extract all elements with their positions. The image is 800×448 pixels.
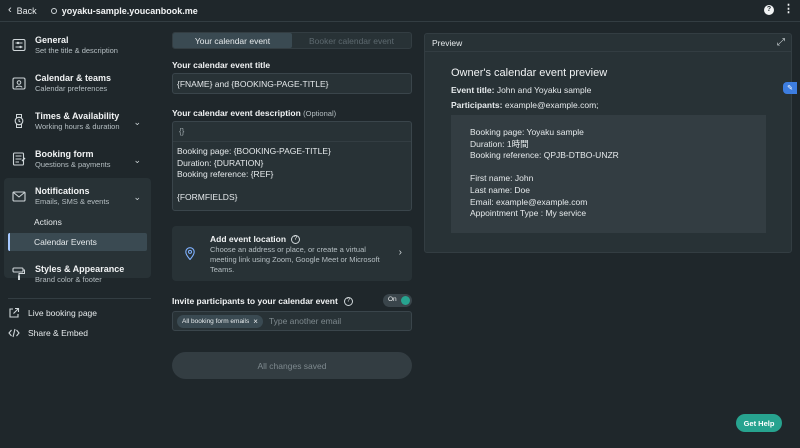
sidebar-item-calendar-teams[interactable]: Calendar & teams Calendar preferences xyxy=(8,73,151,94)
email-input-placeholder[interactable]: Type another email xyxy=(269,316,341,326)
preview-description-box: Booking page: Yoyaku sample Duration: 1時… xyxy=(451,115,766,233)
sidebar-item-general[interactable]: General Set the title & description xyxy=(8,35,151,56)
sidebar-item-subtitle: Calendar preferences xyxy=(35,84,108,93)
toggle-knob xyxy=(401,296,410,305)
toggle-on-label: On xyxy=(388,296,397,303)
optional-text: (Optional) xyxy=(303,109,337,118)
sliders-icon xyxy=(12,38,26,52)
status-dot-icon xyxy=(50,7,57,14)
chevron-up-icon[interactable]: ⌄ xyxy=(133,192,141,203)
preview-participants: Participants: example@example.com; xyxy=(451,100,599,110)
chevron-down-icon[interactable]: ⌄ xyxy=(133,117,141,128)
tab-your-calendar-event[interactable]: Your calendar event xyxy=(173,33,292,48)
sidebar-divider xyxy=(8,298,151,299)
form-icon xyxy=(12,152,26,166)
description-label-text: Your calendar event description xyxy=(172,108,301,118)
event-description-editor[interactable]: {} Booking page: {BOOKING-PAGE-TITLE} Du… xyxy=(172,121,412,211)
back-button[interactable]: ‹ Back xyxy=(8,5,37,16)
help-circle-icon[interactable]: ? xyxy=(291,234,301,244)
code-icon xyxy=(8,328,20,338)
event-title-key: Event title: xyxy=(451,85,495,95)
participant-emails-input[interactable]: All booking form emails × Type another e… xyxy=(172,311,412,331)
location-title-text: Add event location xyxy=(210,234,287,244)
external-link-icon xyxy=(9,307,20,318)
chevron-right-icon[interactable]: › xyxy=(399,247,402,258)
remove-chip-icon[interactable]: × xyxy=(253,317,258,326)
sidebar-item-subtitle: Brand color & footer xyxy=(35,275,102,284)
sidebar-item-booking-form[interactable]: Booking form Questions & payments ⌄ xyxy=(8,149,151,170)
booking-page-url: yoyaku-sample.youcanbook.me xyxy=(50,5,198,16)
sidebar-item-subtitle: Working hours & duration xyxy=(35,122,120,131)
map-pin-icon xyxy=(185,247,195,260)
get-help-button[interactable]: Get Help xyxy=(736,414,782,432)
sidebar: General Set the title & description Cale… xyxy=(0,23,155,448)
link-label: Share & Embed xyxy=(28,328,89,338)
envelope-icon xyxy=(12,191,26,202)
sidebar-item-subtitle: Questions & payments xyxy=(35,160,111,169)
expand-icon[interactable]: ⤢ xyxy=(777,37,785,48)
preview-header: Preview ⤢ xyxy=(425,34,791,52)
save-status-button[interactable]: All changes saved xyxy=(172,352,412,379)
add-event-location-card[interactable]: Add event location ? Choose an address o… xyxy=(172,226,412,281)
chevron-left-icon: ‹ xyxy=(8,4,12,16)
event-description-textarea[interactable]: Booking page: {BOOKING-PAGE-TITLE} Durat… xyxy=(173,142,411,208)
participants-key: Participants: xyxy=(451,100,503,110)
link-label: Live booking page xyxy=(28,308,98,318)
sidebar-item-styles-appearance[interactable]: Styles & Appearance Brand color & footer xyxy=(8,264,151,285)
floating-chat-icon[interactable]: ✎ xyxy=(783,82,797,94)
event-title-label: Your calendar event title xyxy=(172,60,271,70)
location-title: Add event location ? xyxy=(210,234,301,244)
top-bar: ‹ Back yoyaku-sample.youcanbook.me ? ⋮ xyxy=(0,0,800,22)
sidebar-item-title: Times & Availability xyxy=(35,111,120,121)
back-label: Back xyxy=(16,5,37,16)
chip-label: All booking form emails xyxy=(182,317,250,325)
more-menu-icon[interactable]: ⋮ xyxy=(783,4,794,15)
event-type-tabs: Your calendar event Booker calendar even… xyxy=(172,32,412,49)
help-icon[interactable]: ? xyxy=(764,4,774,15)
location-description: Choose an address or place, or create a … xyxy=(210,245,380,274)
preview-panel: Preview ⤢ Owner's calendar event preview… xyxy=(424,33,792,253)
preview-description-text: Booking page: Yoyaku sample Duration: 1時… xyxy=(470,127,619,219)
chevron-down-icon[interactable]: ⌄ xyxy=(133,155,141,166)
sidebar-item-title: Booking form xyxy=(35,149,94,159)
help-circle-icon[interactable]: ? xyxy=(343,296,353,306)
calendar-user-icon xyxy=(12,77,26,90)
invite-participants-toggle[interactable]: On xyxy=(383,294,412,307)
share-embed-link[interactable]: Share & Embed xyxy=(8,327,88,339)
paint-roller-icon xyxy=(12,267,25,280)
live-booking-page-link[interactable]: Live booking page xyxy=(8,307,97,319)
url-text: yoyaku-sample.youcanbook.me xyxy=(61,5,198,16)
sidebar-subitem-calendar-events[interactable]: Calendar Events xyxy=(8,233,147,251)
sidebar-item-title: Calendar & teams xyxy=(35,73,112,83)
tab-booker-calendar-event[interactable]: Booker calendar event xyxy=(292,33,411,48)
sidebar-subitem-actions[interactable]: Actions xyxy=(8,213,147,231)
event-title-input[interactable]: {FNAME} and {BOOKING-PAGE-TITLE} xyxy=(172,73,412,94)
sidebar-item-subtitle: Set the title & description xyxy=(35,46,118,55)
watch-icon xyxy=(14,114,24,128)
invite-participants-row: Invite participants to your calendar eve… xyxy=(172,294,412,308)
sidebar-item-title: Styles & Appearance xyxy=(35,264,125,274)
sidebar-item-title: General xyxy=(35,35,69,45)
event-description-label: Your calendar event description (Optiona… xyxy=(172,108,336,118)
email-chip: All booking form emails × xyxy=(177,314,263,328)
preview-header-label: Preview xyxy=(432,37,463,48)
preview-event-title: Event title: John and Yoyaku sample xyxy=(451,85,591,95)
sidebar-item-title: Notifications xyxy=(35,186,90,196)
insert-variable-button[interactable]: {} xyxy=(173,122,411,142)
event-title-value: John and Yoyaku sample xyxy=(496,85,592,95)
sidebar-item-subtitle: Emails, SMS & events xyxy=(35,197,110,206)
participants-value: example@example.com; xyxy=(504,100,599,110)
preview-title: Owner's calendar event preview xyxy=(451,67,608,79)
invite-participants-label: Invite participants to your calendar eve… xyxy=(172,296,338,306)
sidebar-item-times-availability[interactable]: Times & Availability Working hours & dur… xyxy=(8,111,151,132)
sidebar-item-notifications[interactable]: Notifications Emails, SMS & events ⌄ xyxy=(8,186,151,207)
